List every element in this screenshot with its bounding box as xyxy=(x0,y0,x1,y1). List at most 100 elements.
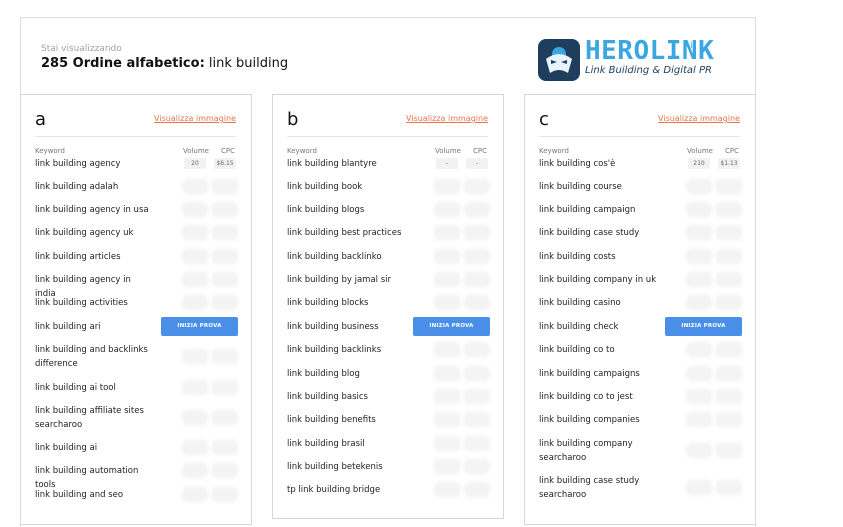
keyword-row[interactable]: link building benefits xyxy=(287,413,488,429)
keyword-text[interactable]: link building book xyxy=(287,180,405,194)
divider xyxy=(35,136,236,137)
keyword-text[interactable]: link building benefits xyxy=(287,413,405,427)
keyword-row[interactable]: link building business INIZIA PROVA GRATU… xyxy=(287,317,490,348)
keyword-text[interactable]: link building brasil xyxy=(287,437,405,451)
keyword-row[interactable]: link building brasil xyxy=(287,437,488,453)
keyword-text[interactable]: link building company in uk xyxy=(539,273,657,287)
cpc-value-locked xyxy=(718,368,740,379)
keyword-text[interactable]: link building ai tool xyxy=(35,381,153,395)
keyword-row[interactable]: link building adalah xyxy=(35,180,236,196)
keyword-text[interactable]: link building course xyxy=(539,180,657,194)
keyword-text[interactable]: link building backlinks xyxy=(287,343,405,357)
keyword-row[interactable]: link building backlinko xyxy=(287,250,488,266)
keyword-text[interactable]: link building casino xyxy=(539,296,657,310)
keyword-text[interactable]: link building check xyxy=(539,320,657,334)
keyword-text[interactable]: link building best practices xyxy=(287,226,405,240)
keyword-row[interactable]: link building and seo xyxy=(35,488,236,504)
keyword-text[interactable]: link building backlinko xyxy=(287,250,405,264)
keyword-text[interactable]: link building adalah xyxy=(35,180,153,194)
start-free-trial-button[interactable]: INIZIA PROVA GRATUITA xyxy=(413,317,490,348)
keyword-row[interactable]: link building by jamal sir xyxy=(287,273,488,289)
keyword-row[interactable]: link building ari INIZIA PROVA GRATUITA xyxy=(35,317,238,348)
keyword-text[interactable]: link building business xyxy=(287,320,405,334)
keyword-text[interactable]: link building costs xyxy=(539,250,657,264)
keyword-text[interactable]: link building case study searcharoo xyxy=(539,474,657,502)
keyword-row[interactable]: link building casino xyxy=(539,296,740,312)
start-free-trial-button[interactable]: INIZIA PROVA GRATUITA xyxy=(161,317,238,348)
keyword-row[interactable]: link building book xyxy=(287,180,488,196)
keyword-text[interactable]: link building blocks xyxy=(287,296,405,310)
keyword-row[interactable]: link building ai xyxy=(35,441,236,457)
keyword-row[interactable]: link building betekenis xyxy=(287,460,488,476)
keyword-row[interactable]: link building case study xyxy=(539,226,740,242)
keyword-row[interactable]: link building agency in india xyxy=(35,273,236,299)
volume-value-locked xyxy=(688,181,710,192)
keyword-text[interactable]: link building campaign xyxy=(539,203,657,217)
keyword-text[interactable]: link building ari xyxy=(35,320,153,334)
keyword-row[interactable]: link building blogs xyxy=(287,203,488,219)
header-subtitle: Stai visualizzando xyxy=(41,44,122,54)
keyword-text[interactable]: link building blog xyxy=(287,367,405,381)
keyword-row[interactable]: link building best practices xyxy=(287,226,488,242)
keyword-text[interactable]: link building campaigns xyxy=(539,367,657,381)
keyword-text[interactable]: link building company searcharoo xyxy=(539,437,657,465)
keyword-text[interactable]: link building basics xyxy=(287,390,405,404)
keyword-text[interactable]: link building agency uk xyxy=(35,226,153,240)
keyword-row[interactable]: link building blocks xyxy=(287,296,488,312)
keyword-text[interactable]: link building cos'è xyxy=(539,157,657,171)
keyword-text[interactable]: link building agency in usa xyxy=(35,203,153,217)
keyword-row[interactable]: link building cos'è 210 $1.13 xyxy=(539,157,740,173)
keyword-row[interactable]: link building affiliate sites searcharoo xyxy=(35,404,236,432)
herolink-logo[interactable]: HEROLINK it Link Building & Digital PR xyxy=(538,36,714,83)
keyword-text[interactable]: link building case study xyxy=(539,226,657,240)
keyword-row[interactable]: link building campaign xyxy=(539,203,740,219)
keyword-row[interactable]: link building costs xyxy=(539,250,740,266)
keyword-text[interactable]: link building by jamal sir xyxy=(287,273,405,287)
keyword-header: Keyword xyxy=(35,147,65,155)
keyword-row[interactable]: link building co to jest xyxy=(539,390,740,406)
keyword-row[interactable]: link building company in uk xyxy=(539,273,740,289)
volume-value-locked xyxy=(688,445,710,456)
keyword-text[interactable]: link building blogs xyxy=(287,203,405,217)
keyword-text[interactable]: link building agency xyxy=(35,157,153,171)
view-image-link[interactable]: Visualizza immagine xyxy=(406,114,488,123)
keyword-text[interactable]: link building betekenis xyxy=(287,460,405,474)
keyword-text[interactable]: link building companies xyxy=(539,413,657,427)
keyword-row[interactable]: link building course xyxy=(539,180,740,196)
keyword-row[interactable]: link building companies xyxy=(539,413,740,429)
keyword-row[interactable]: link building campaigns xyxy=(539,367,740,383)
keyword-row[interactable]: link building and backlinks difference xyxy=(35,343,236,371)
keyword-row[interactable]: link building backlinks xyxy=(287,343,488,359)
keyword-row[interactable]: link building agency 20 $6.15 xyxy=(35,157,236,173)
keyword-row[interactable]: link building co to xyxy=(539,343,740,359)
keyword-text[interactable]: link building ai xyxy=(35,441,153,455)
keyword-text[interactable]: link building co to jest xyxy=(539,390,657,404)
start-free-trial-button[interactable]: INIZIA PROVA GRATUITA xyxy=(665,317,742,348)
keyword-row[interactable]: link building check INIZIA PROVA GRATUITA xyxy=(539,317,742,348)
keyword-row[interactable]: link building ai tool xyxy=(35,381,236,397)
keyword-text[interactable]: link building articles xyxy=(35,250,153,264)
keyword-text[interactable]: link building affiliate sites searcharoo xyxy=(35,404,153,432)
keyword-row[interactable]: tp link building bridge xyxy=(287,483,488,499)
keyword-text[interactable]: link building blantyre xyxy=(287,157,405,171)
keyword-text[interactable]: link building and backlinks difference xyxy=(35,343,153,371)
keyword-row[interactable]: link building basics xyxy=(287,390,488,406)
view-image-link[interactable]: Visualizza immagine xyxy=(154,114,236,123)
keyword-row[interactable]: link building agency in usa xyxy=(35,203,236,219)
cpc-value-locked xyxy=(718,251,740,262)
keyword-row[interactable]: link building blantyre - - xyxy=(287,157,488,173)
keyword-row[interactable]: link building company searcharoo xyxy=(539,437,740,465)
keyword-text[interactable]: link building activities xyxy=(35,296,153,310)
keyword-row[interactable]: link building case study searcharoo xyxy=(539,474,740,502)
keyword-row[interactable]: link building automation tools xyxy=(35,464,236,490)
view-image-link[interactable]: Visualizza immagine xyxy=(658,114,740,123)
keyword-row[interactable]: link building articles xyxy=(35,250,236,266)
keyword-text[interactable]: link building co to xyxy=(539,343,657,357)
keyword-row[interactable]: link building agency uk xyxy=(35,226,236,242)
keyword-text[interactable]: link building and seo xyxy=(35,488,153,502)
keyword-text[interactable]: tp link building bridge xyxy=(287,483,405,497)
cpc-value-locked xyxy=(466,251,488,262)
keyword-row[interactable]: link building activities xyxy=(35,296,236,312)
keyword-row[interactable]: link building blog xyxy=(287,367,488,383)
volume-value-locked xyxy=(688,414,710,425)
